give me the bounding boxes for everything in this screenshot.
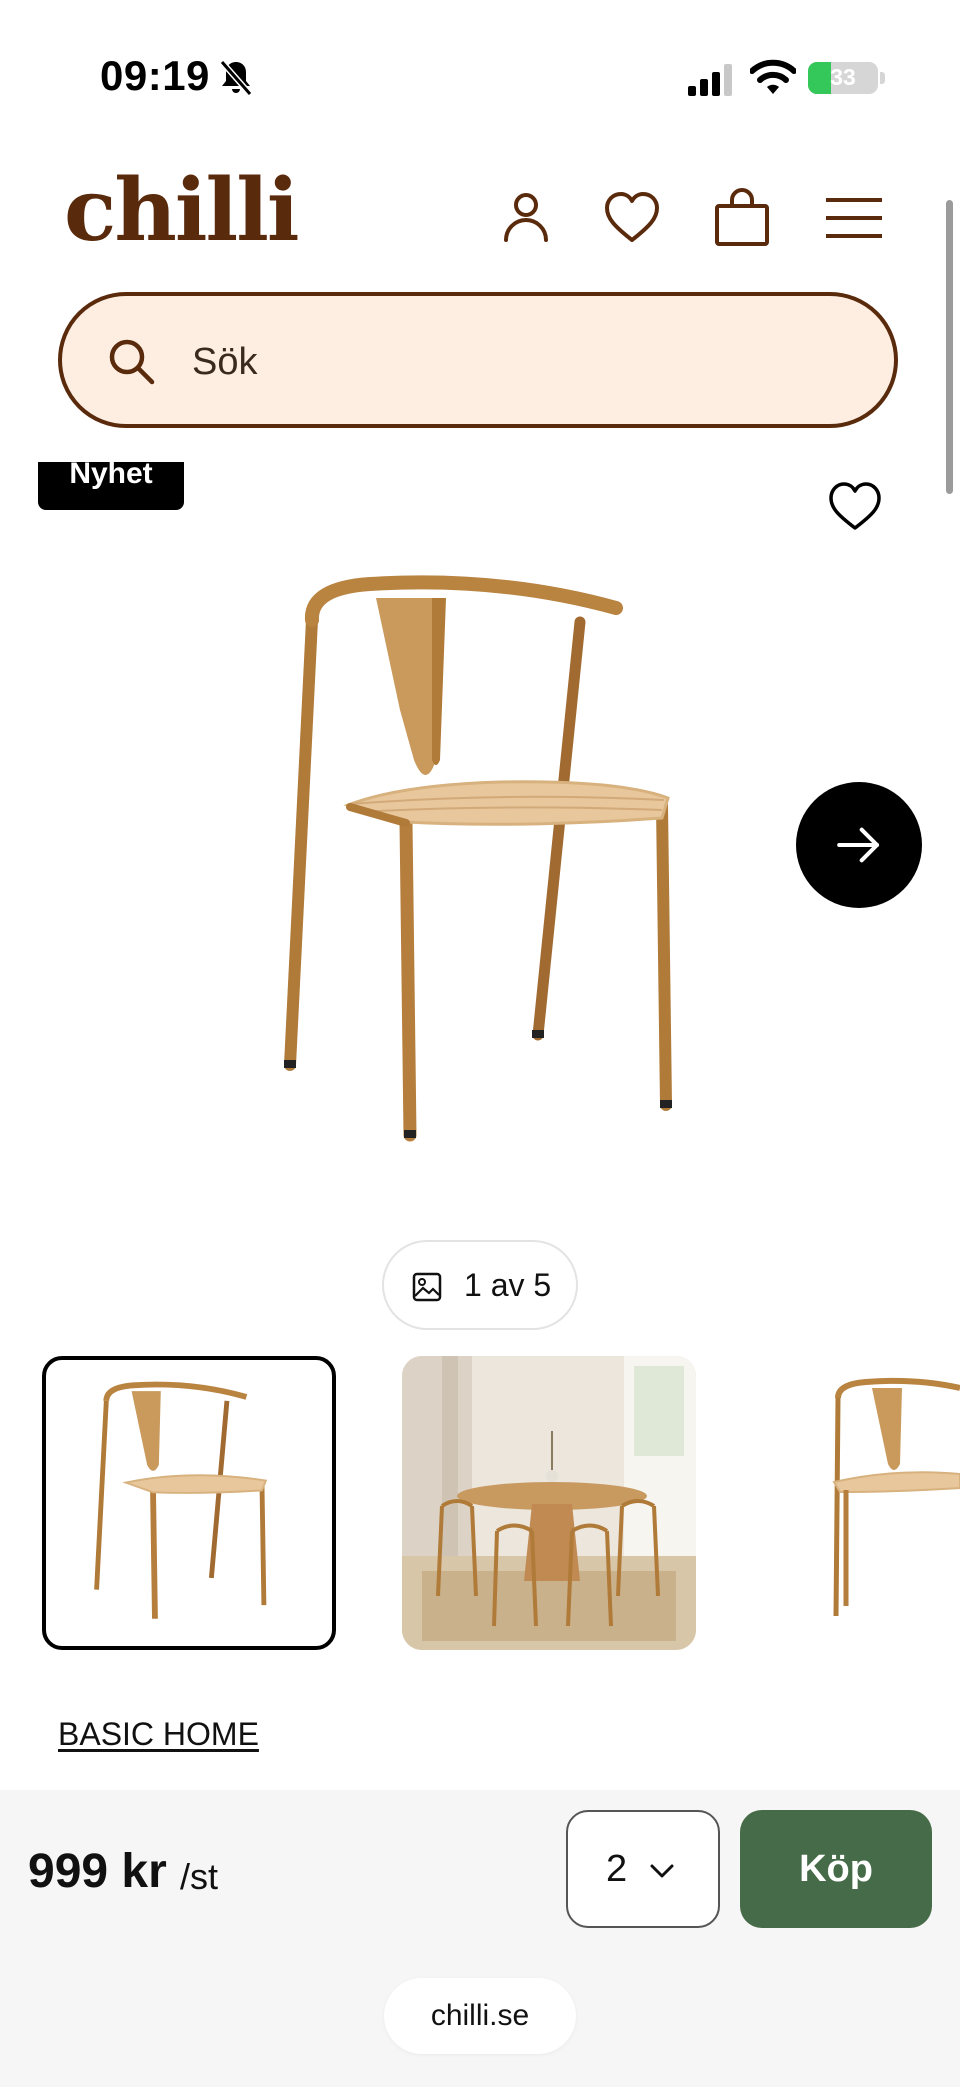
search-icon xyxy=(109,339,155,385)
battery-level: 33 xyxy=(830,64,856,90)
heart-icon xyxy=(605,192,659,242)
account-button[interactable] xyxy=(496,188,556,248)
search-bar[interactable] xyxy=(58,292,898,428)
status-time: 09:19 xyxy=(100,52,210,99)
dining-room-thumbnail-image xyxy=(402,1356,696,1650)
menu-icon xyxy=(826,198,882,238)
browser-url[interactable]: chilli.se xyxy=(384,1978,576,2054)
next-image-button[interactable] xyxy=(796,782,922,908)
image-icon xyxy=(412,1272,442,1302)
brand-link[interactable]: BASIC HOME xyxy=(58,1716,259,1753)
battery-tip xyxy=(880,72,885,84)
price-unit: /st xyxy=(180,1856,219,1897)
new-badge: Nyhet xyxy=(38,462,184,510)
battery-icon: 33 xyxy=(808,62,878,94)
add-to-wishlist-button[interactable] xyxy=(826,478,884,536)
cellular-signal-icon xyxy=(688,64,734,96)
thumbnail-1[interactable] xyxy=(42,1356,336,1650)
image-counter-text: 1 av 5 xyxy=(464,1267,552,1303)
chilli-logo[interactable]: chilli xyxy=(64,168,300,254)
chair-image xyxy=(284,575,672,1142)
chair-thumbnail-image xyxy=(832,1377,960,1617)
image-counter: 1 av 5 xyxy=(382,1240,578,1330)
wifi-icon xyxy=(749,58,797,96)
menu-button[interactable] xyxy=(824,188,884,248)
quantity-value: 2 xyxy=(606,1848,628,1890)
arrow-right-icon xyxy=(837,827,880,863)
price: 999 kr xyxy=(28,1845,167,1898)
chair-thumbnail-image xyxy=(94,1381,268,1619)
heart-outline-icon xyxy=(829,482,881,530)
bag-icon xyxy=(715,188,769,246)
user-icon xyxy=(504,193,548,242)
buy-button[interactable]: Köp xyxy=(740,1810,932,1928)
chevron-down-icon xyxy=(650,1864,674,1878)
product-image[interactable] xyxy=(200,560,760,1160)
quantity-select[interactable]: 2 xyxy=(566,1810,720,1928)
silent-bell-icon xyxy=(218,58,254,98)
favorites-button[interactable] xyxy=(602,188,662,248)
thumbnail-2[interactable] xyxy=(402,1356,696,1650)
cart-button[interactable] xyxy=(712,188,772,248)
search-input[interactable] xyxy=(190,326,854,398)
thumbnail-3[interactable] xyxy=(816,1356,960,1650)
scrollbar[interactable] xyxy=(946,200,953,494)
status-bar: 09:19 33 xyxy=(0,0,960,150)
